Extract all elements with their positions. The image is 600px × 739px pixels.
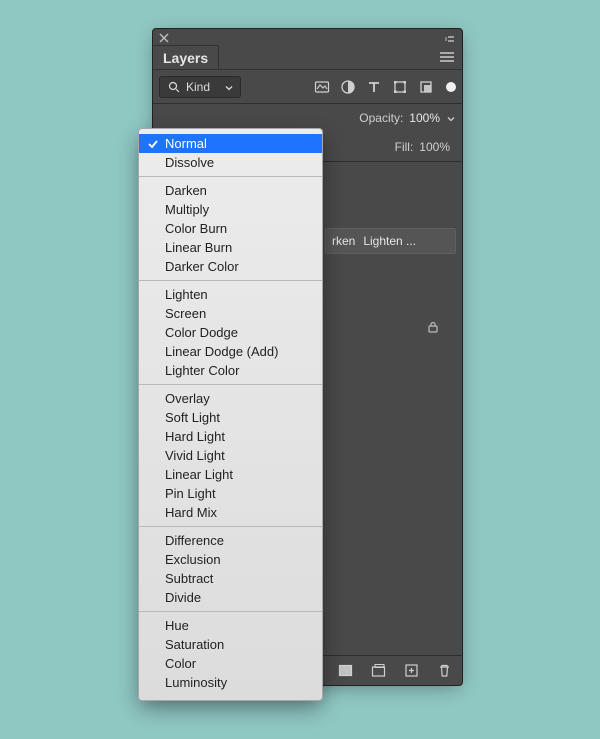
blend-mode-option-label: Exclusion [165,552,221,567]
tab-layers[interactable]: Layers [153,45,219,69]
blend-mode-group: Lighten Screen Color Dodge Linear Dodge (Ad… [139,280,322,384]
layer-filter-type-select[interactable]: Kind [159,76,241,98]
blend-mode-option[interactable]: Darker Color [139,257,322,276]
opacity-label: Opacity: [359,111,403,125]
close-icon[interactable] [157,31,171,45]
blend-mode-option[interactable]: Darken [139,181,322,200]
selected-layer-row[interactable]: rken Lighten ... [325,228,456,254]
blend-mode-option[interactable]: Saturation [139,635,322,654]
new-group-icon[interactable] [371,663,386,678]
blend-mode-option[interactable]: Linear Dodge (Add) [139,342,322,361]
blend-mode-option-label: Overlay [165,391,210,406]
blend-mode-option-label: Darker Color [165,259,239,274]
blend-mode-option[interactable]: Linear Burn [139,238,322,257]
blend-mode-option-label: Dissolve [165,155,214,170]
blend-mode-option[interactable]: Color [139,654,322,673]
blend-mode-option-label: Divide [165,590,201,605]
filter-type-icon[interactable] [366,79,382,95]
blend-mode-option[interactable]: Lighten [139,285,322,304]
blend-mode-option[interactable]: Pin Light [139,484,322,503]
blend-mode-option-label: Hue [165,618,189,633]
blend-mode-option-label: Multiply [165,202,209,217]
filter-shape-icon[interactable] [392,79,408,95]
collapse-panel-icon[interactable] [444,32,458,46]
blend-mode-option-label: Subtract [165,571,213,586]
delete-layer-icon[interactable] [437,663,452,678]
filter-pixel-icon[interactable] [314,79,330,95]
blend-mode-option[interactable]: Screen [139,304,322,323]
blend-mode-option[interactable]: Luminosity [139,673,322,692]
lock-icon [426,320,440,334]
blend-mode-option[interactable]: Vivid Light [139,446,322,465]
blend-mode-option[interactable]: Dissolve [139,153,322,172]
chevron-down-icon[interactable] [446,113,456,123]
layer-filter-type-label: Kind [186,80,210,94]
search-icon [168,81,180,93]
blend-mode-option-label: Lighten [165,287,208,302]
blend-mode-option-label: Hard Light [165,429,225,444]
blend-mode-option-label: Darken [165,183,207,198]
blend-mode-option[interactable]: Soft Light [139,408,322,427]
blend-mode-option-label: Difference [165,533,224,548]
panel-menu-icon[interactable] [438,50,456,64]
blend-mode-option-label: Color [165,656,196,671]
blend-mode-group: Overlay Soft Light Hard Light Vivid Light Li… [139,384,322,526]
blend-mode-group: Difference Exclusion Subtract Divide [139,526,322,611]
panel-topbar [153,29,462,45]
fill-value[interactable]: 100% [419,140,450,154]
blend-mode-option[interactable]: Difference [139,531,322,550]
blend-mode-option-label: Linear Burn [165,240,232,255]
blend-mode-option-label: Linear Light [165,467,233,482]
blend-mode-option[interactable]: Overlay [139,389,322,408]
blend-mode-option[interactable]: Color Dodge [139,323,322,342]
blend-mode-option[interactable]: Lighter Color [139,361,322,380]
blend-mode-option[interactable]: Hue [139,616,322,635]
chevron-down-icon [224,82,234,92]
blend-mode-option-label: Screen [165,306,206,321]
check-icon [147,138,159,150]
blend-mode-group: Normal Dissolve [139,130,322,176]
blend-mode-group: Hue Saturation Color Luminosity [139,611,322,696]
blend-mode-menu[interactable]: Normal Dissolve Darken Multiply Color Burn Li… [138,128,323,701]
blend-mode-option[interactable]: Color Burn [139,219,322,238]
blend-mode-option[interactable]: Subtract [139,569,322,588]
blend-mode-option[interactable]: Linear Light [139,465,322,484]
panel-tabbar: Layers [153,45,462,70]
blend-mode-option-label: Hard Mix [165,505,217,520]
blend-mode-option-label: Pin Light [165,486,216,501]
filter-adjustment-icon[interactable] [340,79,356,95]
blend-mode-option-label: Luminosity [165,675,227,690]
opacity-value[interactable]: 100% [409,111,440,125]
filter-icons [314,79,456,95]
blend-mode-option-label: Vivid Light [165,448,225,463]
layer-name-part-b: Lighten ... [363,234,416,248]
blend-mode-option-label: Saturation [165,637,224,652]
blend-mode-option[interactable]: Hard Mix [139,503,322,522]
layers-filter-row: Kind [153,70,462,104]
blend-mode-option-label: Soft Light [165,410,220,425]
blend-mode-option[interactable]: Normal [139,134,322,153]
blend-mode-option-label: Linear Dodge (Add) [165,344,278,359]
layer-mask-icon[interactable] [338,663,353,678]
filter-toggle-icon[interactable] [446,82,456,92]
blend-mode-option[interactable]: Exclusion [139,550,322,569]
blend-mode-option[interactable]: Divide [139,588,322,607]
blend-mode-option[interactable]: Multiply [139,200,322,219]
new-layer-icon[interactable] [404,663,419,678]
filter-smart-icon[interactable] [418,79,434,95]
layer-name-part-a: rken [332,234,355,248]
blend-mode-option-label: Lighter Color [165,363,239,378]
blend-mode-option-label: Normal [165,136,207,151]
blend-mode-option-label: Color Dodge [165,325,238,340]
fill-label: Fill: [395,140,414,154]
blend-mode-option-label: Color Burn [165,221,227,236]
blend-mode-option[interactable]: Hard Light [139,427,322,446]
blend-mode-group: Darken Multiply Color Burn Linear Burn Darke… [139,176,322,280]
